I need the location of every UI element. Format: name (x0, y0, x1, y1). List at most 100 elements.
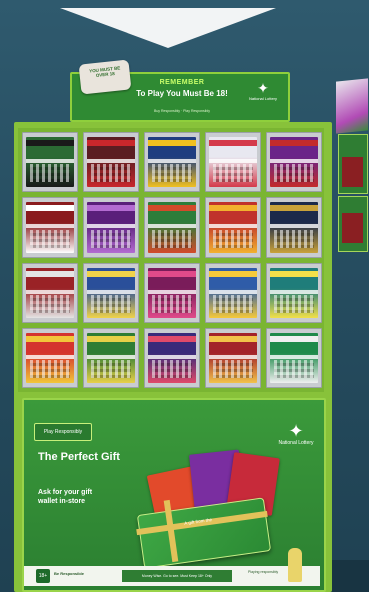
ticket-slot[interactable] (22, 132, 78, 193)
header-title: REMEMBER (159, 79, 205, 86)
ticket-slot[interactable] (144, 262, 200, 323)
ticket-band (209, 335, 257, 342)
ticket-band (148, 270, 196, 277)
scratch-ticket (87, 137, 135, 188)
scratch-ticket (26, 332, 74, 383)
ticket-slot[interactable] (205, 197, 261, 258)
ticket-band (270, 335, 318, 342)
ticket-band (270, 140, 318, 146)
side-promo-sign (336, 78, 368, 134)
ticket-slot[interactable] (144, 197, 200, 258)
scratch-area (213, 229, 253, 248)
scratch-area (274, 229, 314, 248)
ticket-band (270, 205, 318, 212)
scratch-area (30, 294, 70, 313)
ticket-slot[interactable] (22, 327, 78, 388)
scratch-area (91, 360, 131, 378)
bottom-right-text: Playing responsibly (248, 570, 279, 574)
scratch-ticket (87, 332, 135, 383)
play-responsibly-badge: Play Responsibly (34, 423, 92, 441)
side-dispenser-1 (338, 134, 368, 194)
scratch-ticket (87, 267, 135, 318)
ticket-band (87, 354, 135, 359)
floor (330, 560, 369, 592)
ticket-slot[interactable] (266, 262, 322, 323)
ticket-slot[interactable] (205, 132, 261, 193)
ticket-band (87, 335, 135, 342)
ticket-band (26, 289, 74, 294)
panel-ask-text: Ask for your gift wallet in-store (38, 489, 93, 505)
scratch-ticket (270, 137, 318, 188)
ticket-slot[interactable] (22, 197, 78, 258)
scratch-area (274, 164, 314, 183)
ticket-band (270, 289, 318, 294)
ticket-band (209, 354, 257, 359)
star-logo-icon: ✦ (257, 80, 269, 96)
ticket-band (26, 224, 74, 229)
ticket-slot[interactable] (83, 132, 139, 193)
scratch-area (30, 360, 70, 378)
star-logo-icon: ✦ (288, 421, 304, 441)
scratch-area (152, 229, 192, 248)
ticket-slot[interactable] (83, 197, 139, 258)
scratch-area (213, 360, 253, 378)
ticket-band (26, 335, 74, 342)
scratch-ticket (148, 137, 196, 188)
ticket-band (26, 270, 74, 277)
scratch-ticket (148, 332, 196, 383)
ticket-slot[interactable] (205, 262, 261, 323)
ticket-band (209, 289, 257, 294)
ticket-slot[interactable] (144, 327, 200, 388)
scratch-area (30, 229, 70, 248)
ticket-slot[interactable] (144, 132, 200, 193)
ticket-slot[interactable] (22, 262, 78, 323)
ticket-slot[interactable] (83, 327, 139, 388)
scratch-area (152, 294, 192, 313)
scratch-ticket (270, 202, 318, 253)
ticket-band (26, 159, 74, 163)
ticket-slot[interactable] (266, 327, 322, 388)
ticket-band (148, 140, 196, 146)
scratch-ticket (209, 137, 257, 188)
header-small-print: Buy Responsibly · Play Responsibly (153, 109, 211, 113)
ticket-band (209, 159, 257, 163)
ticket-band (87, 159, 135, 163)
scratch-area (213, 164, 253, 183)
lottery-logo-text: National Lottery (278, 440, 314, 446)
scratch-ticket (209, 332, 257, 383)
scratch-ticket (209, 202, 257, 253)
scratch-area (213, 294, 253, 313)
scratch-area (91, 294, 131, 313)
scratch-ticket (148, 202, 196, 253)
ticket-grid (22, 132, 322, 388)
down-arrow-sign (60, 8, 276, 48)
scratch-area (274, 294, 314, 313)
ticket-band (148, 335, 196, 342)
ticket-band (209, 270, 257, 277)
ticket-band (87, 205, 135, 212)
ticket-band (270, 159, 318, 163)
ticket-band (148, 224, 196, 229)
ticket-band (270, 270, 318, 277)
bottom-message: Money Wise. Go to see. Must Keep 18+ Onl… (122, 570, 232, 582)
lottery-logo: ✦ National Lottery (276, 422, 316, 446)
scratch-ticket (26, 202, 74, 253)
ticket-band (26, 140, 74, 146)
scratch-ticket (26, 267, 74, 318)
ticket-band (87, 140, 135, 146)
ticket-band (87, 289, 135, 294)
bottom-text: Be Responsible (54, 571, 85, 576)
ticket-slot[interactable] (266, 197, 322, 258)
ticket-band (87, 270, 135, 277)
scratch-ticket (87, 202, 135, 253)
scratch-ticket (148, 267, 196, 318)
age-badge: 18+ (36, 569, 50, 583)
ticket-slot[interactable] (83, 262, 139, 323)
ticket-band (87, 224, 135, 229)
ticket-band (148, 289, 196, 294)
ticket-slot[interactable] (266, 132, 322, 193)
ticket-slot[interactable] (205, 327, 261, 388)
ticket-band (270, 224, 318, 229)
ticket-band (26, 205, 74, 212)
lottery-logo-text: National Lottery (248, 96, 277, 101)
